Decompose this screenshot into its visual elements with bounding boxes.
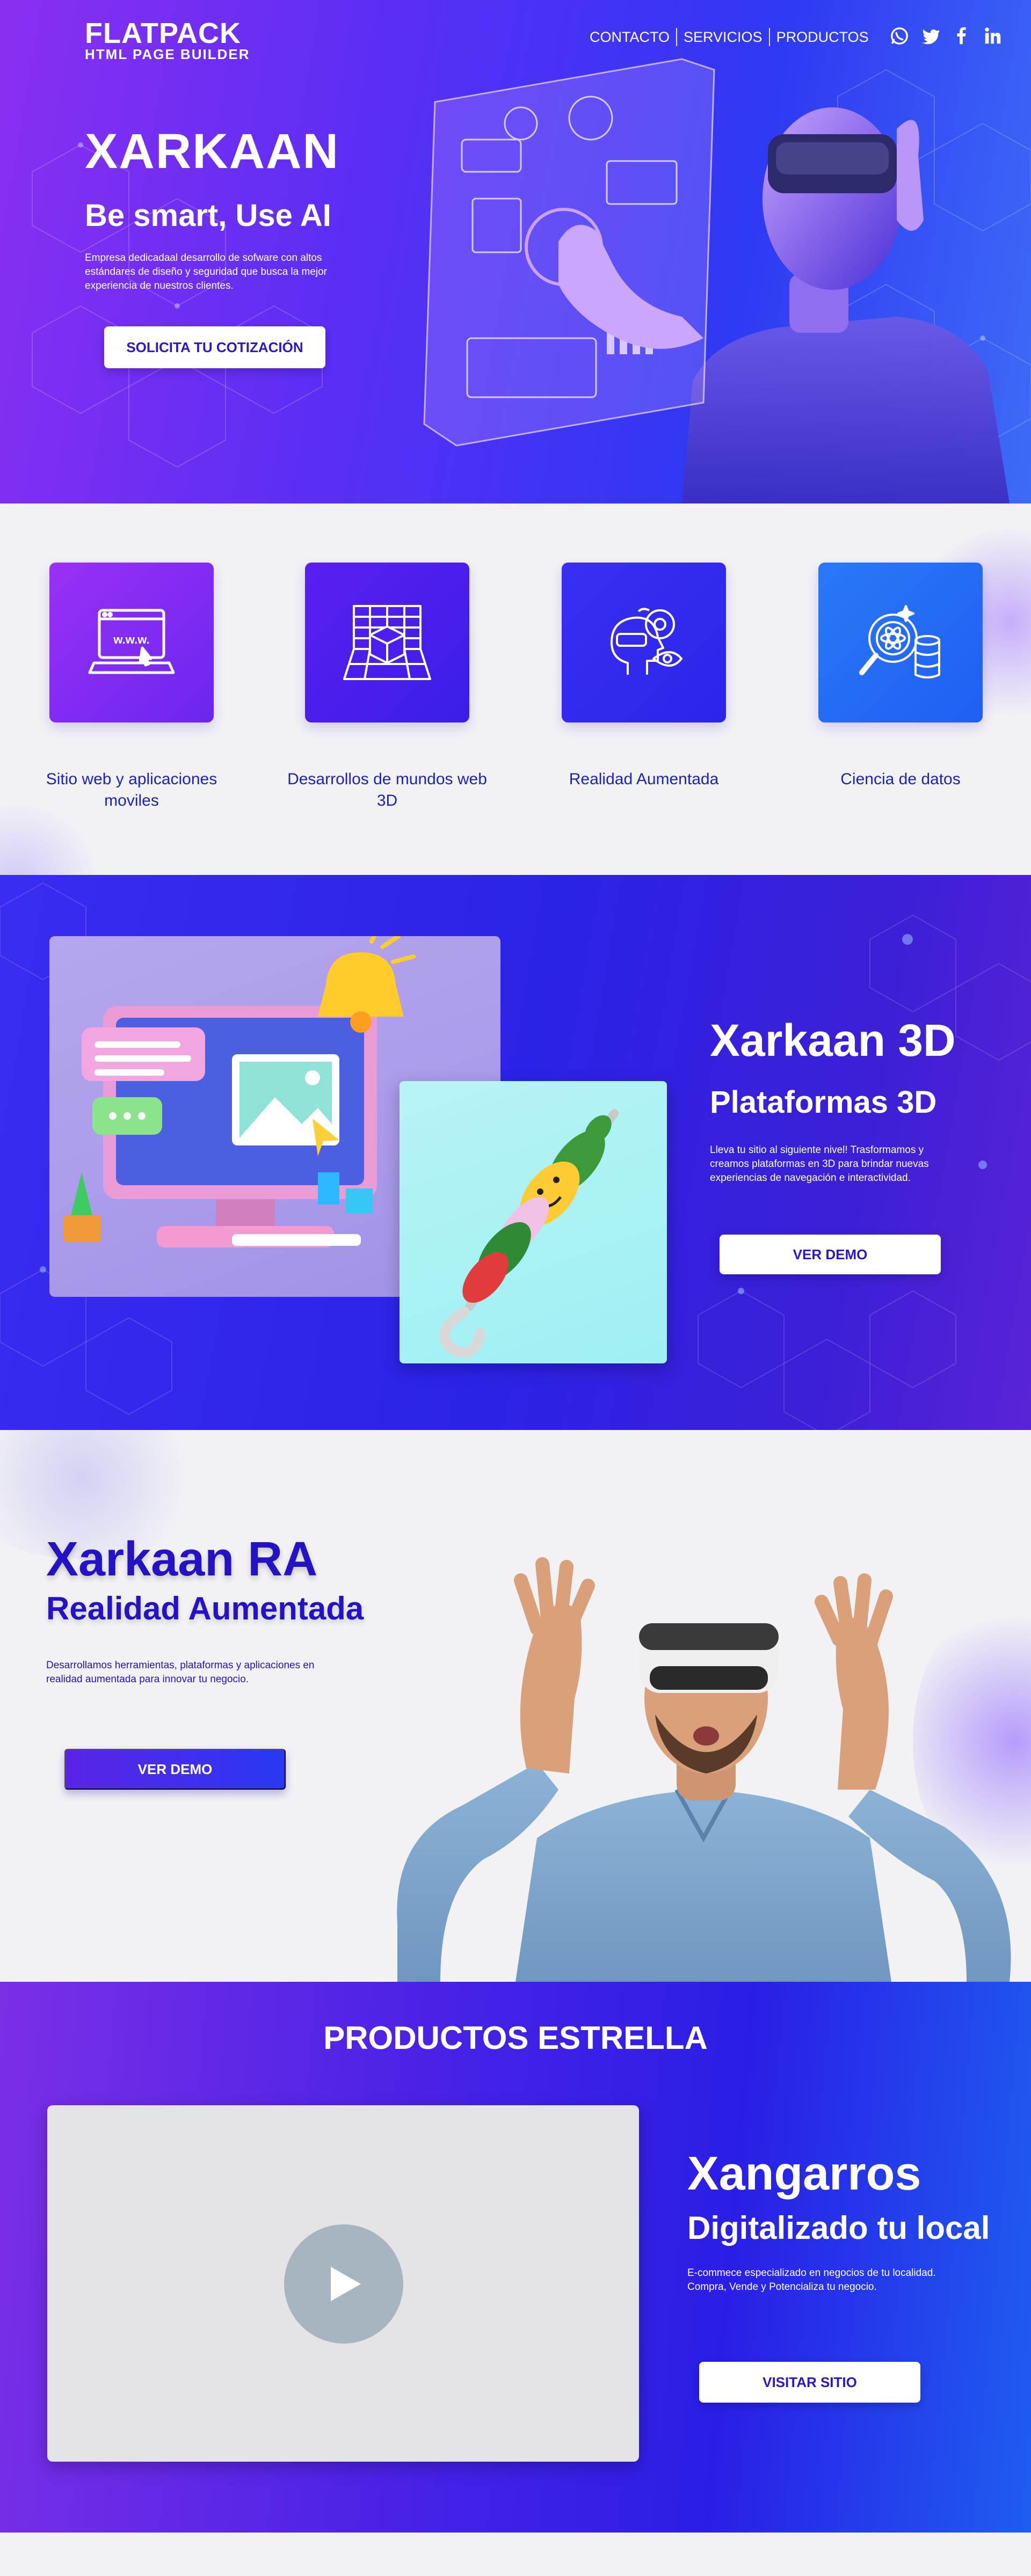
product-description: E-commece especializado en negocios de t… xyxy=(687,2267,936,2293)
featured-products-heading: PRODUCTOS ESTRELLA xyxy=(323,2020,708,2056)
hero-description: Empresa dedicadaal desarrollo de sofware… xyxy=(85,252,328,291)
logo[interactable]: FLATPACK HTML PAGE BUILDER xyxy=(85,19,250,61)
video-player[interactable] xyxy=(47,2105,639,2462)
request-quote-button[interactable]: SOLICITA TU COTIZACIÓN xyxy=(104,326,325,368)
ar-title: Xarkaan RA xyxy=(46,1533,318,1586)
ar-subtitle: Realidad Aumentada xyxy=(46,1590,364,1626)
service-icon-box xyxy=(562,563,726,723)
service-label: Desarrollos de mundos web 3D xyxy=(287,770,487,809)
service-card-web[interactable]: w.w.w. Sitio web y aplicaciones moviles xyxy=(46,563,217,809)
service-label: Ciencia de datos xyxy=(840,770,961,788)
kebab-character-illustration xyxy=(439,1109,619,1358)
service-label: Realidad Aumentada xyxy=(569,770,719,788)
3d-cube-grid-icon xyxy=(343,605,431,680)
augmented-reality-section: Xarkaan RA Realidad Aumentada Desarrolla… xyxy=(0,1430,1031,1982)
view-demo-ar-button[interactable]: VER DEMO xyxy=(64,1749,286,1790)
service-card-ar[interactable]: Realidad Aumentada xyxy=(562,563,726,788)
play-icon xyxy=(331,2267,361,2301)
services-section: w.w.w. Sitio web y aplicaciones moviles … xyxy=(0,503,1031,875)
svg-text:w.w.w.: w.w.w. xyxy=(113,633,149,646)
hero-title: XARKAAN xyxy=(85,124,339,179)
hero-section: FLATPACK HTML PAGE BUILDER CONTACTO SERV… xyxy=(0,0,1031,503)
logo-main-text: FLATPACK xyxy=(85,17,241,49)
view-demo-3d-button[interactable]: VER DEMO xyxy=(720,1235,941,1274)
product-subtitle: Digitalizado tu local xyxy=(687,2210,990,2246)
platforms-3d-title: Xarkaan 3D xyxy=(710,1015,956,1066)
play-button[interactable] xyxy=(284,2224,403,2344)
kebab-3d-illustration-card xyxy=(400,1081,667,1363)
data-science-icon xyxy=(859,605,940,678)
decorative-glow xyxy=(0,804,107,875)
product-title: Xangarros xyxy=(687,2147,921,2200)
service-card-3d[interactable]: Desarrollos de mundos web 3D xyxy=(287,563,487,809)
service-icon-box xyxy=(818,563,983,723)
platforms-3d-section: Xarkaan 3D Plataformas 3D Lleva tu sitio… xyxy=(0,875,1031,1430)
service-card-data-science[interactable]: Ciencia de datos xyxy=(818,563,983,788)
visit-site-button[interactable]: VISITAR SITIO xyxy=(699,2362,920,2403)
platforms-3d-description: Lleva tu sitio al siguiente nivel! Trasf… xyxy=(710,1144,929,1184)
man-with-vr-headset-image xyxy=(397,1557,1011,1982)
vr-man-holographic-interface-image xyxy=(423,58,1010,503)
service-label: Sitio web y aplicaciones moviles xyxy=(46,770,217,809)
ar-description: Desarrollamos herramientas, plataformas … xyxy=(46,1660,315,1685)
logo-sub-text: HTML PAGE BUILDER xyxy=(85,46,250,62)
platforms-3d-subtitle: Plataformas 3D xyxy=(710,1085,937,1120)
hero-subtitle: Be smart, Use AI xyxy=(85,198,331,233)
service-icon-box xyxy=(305,563,469,723)
web-laptop-icon: w.w.w. xyxy=(88,609,175,674)
page-bottom-strip xyxy=(0,2533,1031,2576)
service-icon-box: w.w.w. xyxy=(49,563,214,723)
featured-products-section: PRODUCTOS ESTRELLA Xangarros Digitalizad… xyxy=(0,1982,1031,2533)
augmented-reality-head-icon xyxy=(611,608,683,675)
